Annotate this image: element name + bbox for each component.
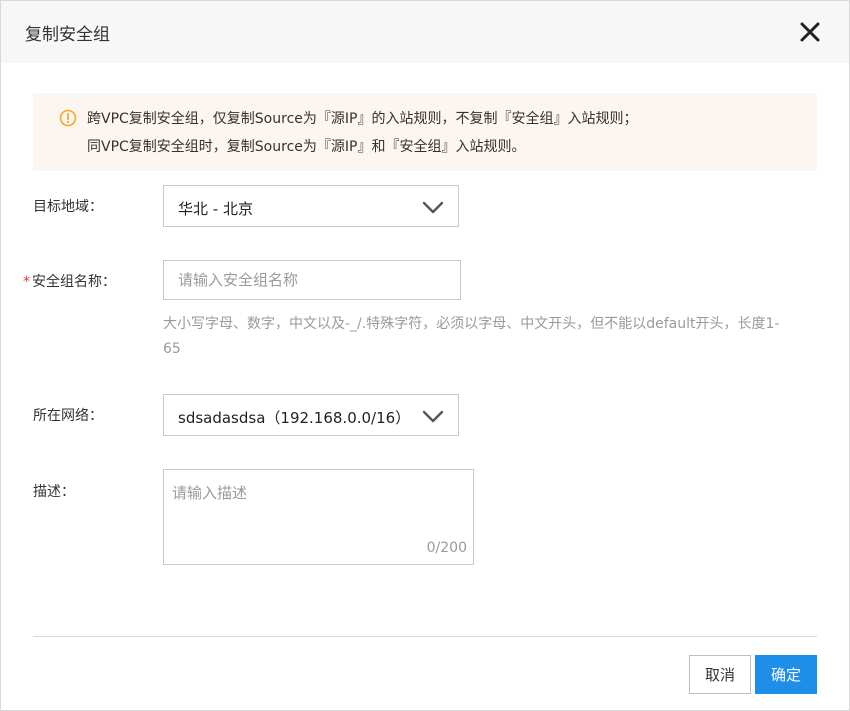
description-textarea[interactable]: [164, 470, 473, 540]
region-select[interactable]: 华北 - 北京: [163, 185, 459, 227]
vpc-label: 所在网络：: [33, 408, 103, 424]
vpc-select[interactable]: sdsadasdsa（192.168.0.0/16）: [163, 394, 459, 436]
description-label: 描述：: [33, 484, 75, 500]
vpc-select-value: sdsadasdsa（192.168.0.0/16）: [178, 409, 411, 427]
footer-divider: [33, 636, 817, 637]
cancel-button[interactable]: 取消: [689, 655, 751, 694]
warning-circle-icon: [59, 109, 77, 127]
close-icon[interactable]: [797, 19, 823, 45]
chevron-down-icon: [422, 409, 444, 423]
required-mark: *: [23, 274, 30, 290]
dialog-header: 复制安全组: [1, 1, 849, 63]
confirm-button[interactable]: 确定: [755, 655, 817, 694]
security-group-name-input[interactable]: [163, 260, 461, 300]
description-field: 0/200: [163, 469, 474, 565]
region-label: 目标地域：: [33, 199, 103, 215]
description-char-counter: 0/200: [426, 540, 467, 556]
name-hint: 大小写字母、数字，中文以及-_/.特殊字符，必须以字母、中文开头，但不能以def…: [163, 316, 780, 357]
notice-banner: 跨VPC复制安全组，仅复制Source为『源IP』的入站规则，不复制『安全组』入…: [33, 93, 817, 171]
name-label-text: 安全组名称：: [32, 274, 116, 290]
name-label: * 安全组名称：: [23, 271, 116, 291]
chevron-down-icon: [422, 200, 444, 214]
region-select-value: 华北 - 北京: [178, 200, 253, 218]
copy-security-group-dialog: 复制安全组 跨VPC复制安全组，仅复制Source为『源IP』的入站规则，不复制…: [0, 0, 850, 711]
notice-text-line-1: 跨VPC复制安全组，仅复制Source为『源IP』的入站规则，不复制『安全组』入…: [87, 111, 638, 127]
dialog-title: 复制安全组: [25, 25, 110, 45]
notice-text-line-2: 同VPC复制安全组时，复制Source为『源IP』和『安全组』入站规则。: [87, 139, 526, 155]
